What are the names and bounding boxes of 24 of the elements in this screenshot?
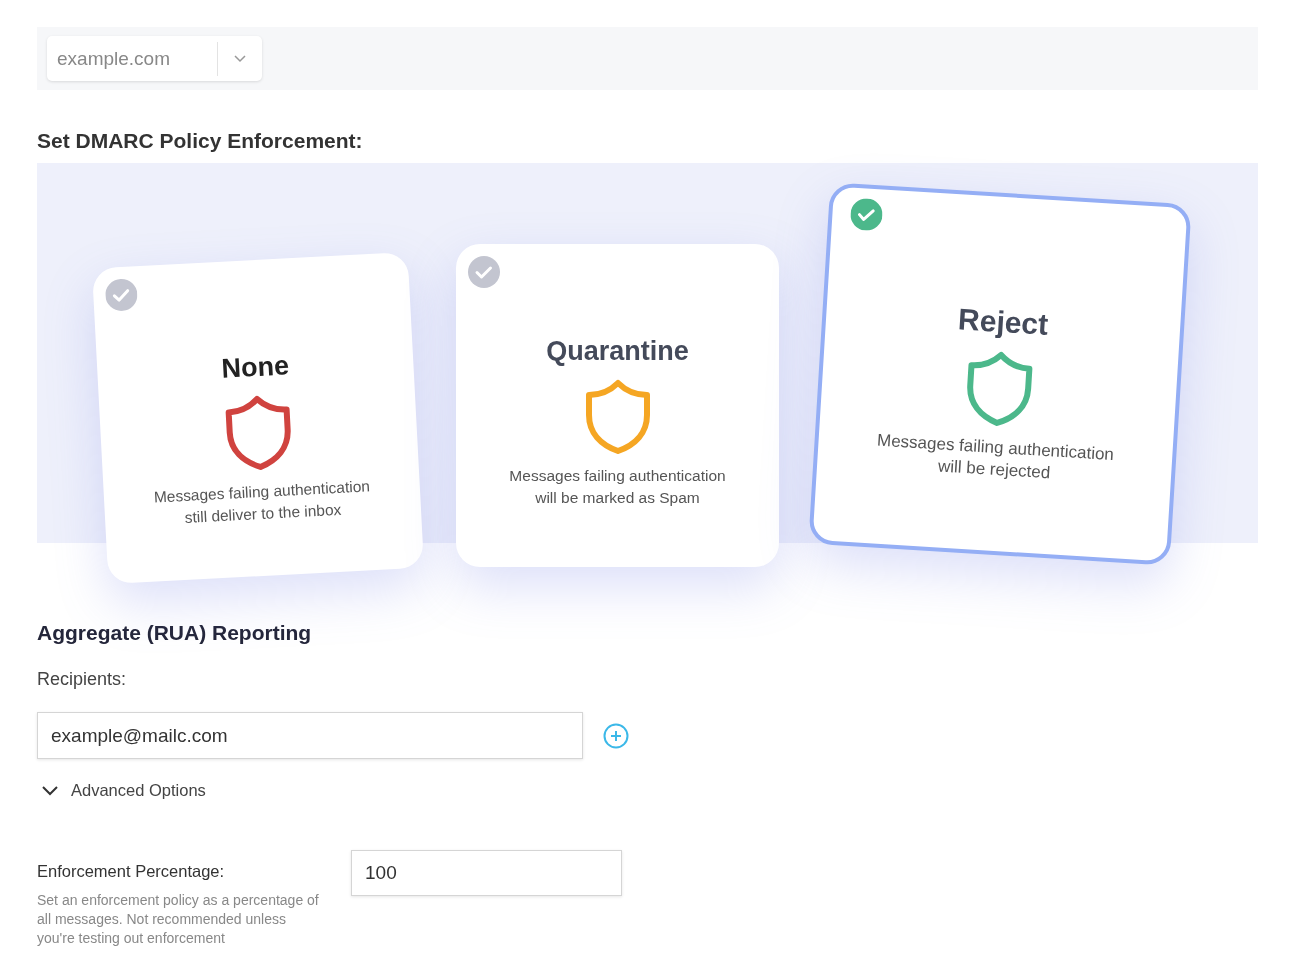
help-text: Set an enforcement policy as a percentage of all messages. Not recommended unless you're testing out enforcement [37,891,320,948]
section-heading: Set DMARC Policy Enforcement: [37,129,364,153]
chevron-down-icon [234,54,246,63]
domain-select[interactable]: example.com [47,36,262,81]
policy-card[interactable]: Quarantine Messages failing authentication will be marked as Spam [456,244,779,567]
section-heading: Aggregate (RUA) Reporting [37,621,313,645]
policy-title: Quarantine [546,336,689,367]
add-icon[interactable] [603,722,629,749]
policy-title: None [220,350,290,385]
recipients-label: Recipients: [37,669,128,690]
policy-title: Reject [957,302,1050,342]
policy-card[interactable]: Reject Messages failing authentication will be rejected [808,182,1192,566]
recipient-input[interactable]: example@mailc.com [37,712,583,759]
policy-card[interactable]: None Messages failing authentication still deliver to the inbox [91,251,425,585]
chevron-icon [41,784,59,797]
enforcement-label: Enforcement Percentage: [37,862,226,881]
selected-check-icon [849,197,884,232]
policy-description: Messages failing authentication will be marked as Spam [508,466,727,508]
percentage-input[interactable]: 100 [351,850,622,896]
check-icon [104,278,139,312]
advanced-options-toggle[interactable]: Advanced Options [37,781,206,800]
policy-description: Messages failing authentication will be rejected [875,429,1116,485]
check-icon [468,256,500,288]
policy-description: Messages failing authentication still deliver to the inbox [152,476,372,528]
